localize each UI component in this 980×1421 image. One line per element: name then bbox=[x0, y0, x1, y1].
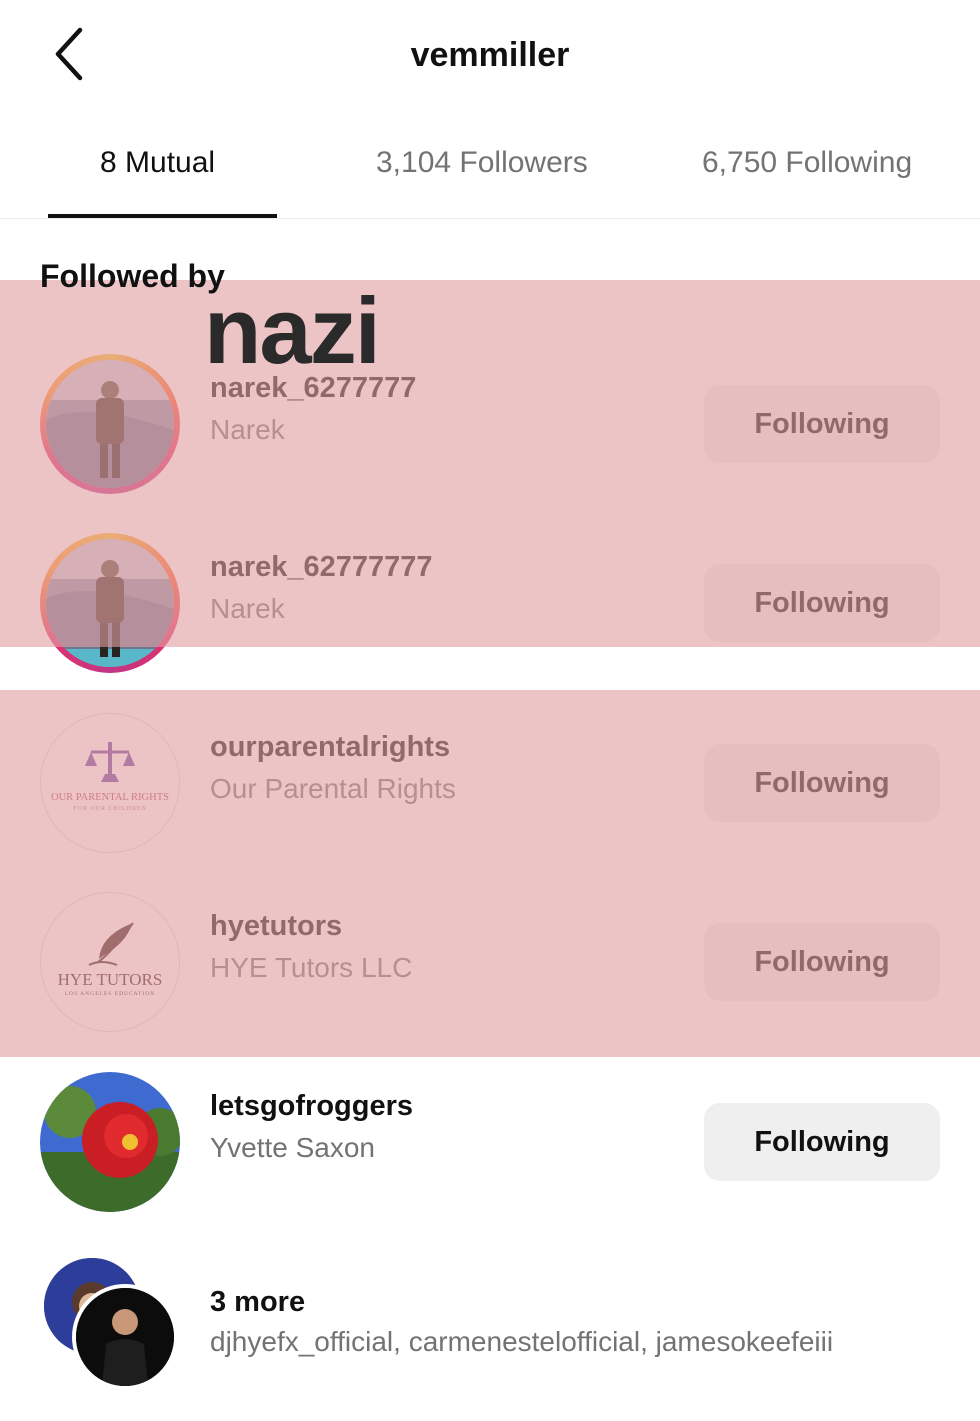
scales-logo-icon: OUR PARENTAL RIGHTS FOR OUR CHILDREN bbox=[41, 714, 179, 852]
avatar[interactable] bbox=[40, 354, 180, 494]
full-name: Narek bbox=[210, 593, 285, 624]
username[interactable]: letsgofroggers bbox=[210, 1090, 413, 1123]
avatar[interactable]: HYE TUTORS LOS ANGELES EDUCATION bbox=[40, 892, 180, 1032]
following-button[interactable]: Following bbox=[704, 1103, 940, 1181]
following-button[interactable]: Following bbox=[704, 744, 940, 822]
tab-followers[interactable]: 3,104 Followers bbox=[376, 146, 588, 180]
page-title: vemmiller bbox=[410, 36, 570, 74]
more-names: djhyefx_official, carmenestelofficial, j… bbox=[210, 1326, 834, 1357]
svg-text:LOS ANGELES EDUCATION: LOS ANGELES EDUCATION bbox=[65, 991, 155, 997]
username[interactable]: ourparentalrights bbox=[210, 731, 450, 764]
tab-bar: 8 Mutual 3,104 Followers 6,750 Following bbox=[0, 130, 980, 219]
annotation-text: nazi bbox=[204, 278, 381, 383]
svg-text:OUR PARENTAL RIGHTS: OUR PARENTAL RIGHTS bbox=[51, 792, 169, 803]
list-item[interactable]: letsgofroggers Yvette Saxon Following bbox=[0, 1062, 980, 1222]
following-button[interactable]: Following bbox=[704, 564, 940, 642]
svg-text:FOR OUR CHILDREN: FOR OUR CHILDREN bbox=[73, 806, 147, 812]
header: vemmiller bbox=[0, 0, 980, 120]
svg-text:HYE TUTORS: HYE TUTORS bbox=[58, 970, 163, 989]
following-button[interactable]: Following bbox=[704, 385, 940, 463]
list-item[interactable]: narek_6277777 Narek Following bbox=[0, 344, 980, 504]
tab-following[interactable]: 6,750 Following bbox=[702, 146, 912, 180]
person-photo-icon bbox=[76, 1288, 174, 1386]
active-tab-indicator bbox=[48, 214, 277, 218]
quill-logo-icon: HYE TUTORS LOS ANGELES EDUCATION bbox=[41, 893, 179, 1031]
full-name: HYE Tutors LLC bbox=[210, 952, 413, 983]
avatar[interactable] bbox=[40, 533, 180, 673]
more-count: 3 more bbox=[210, 1286, 306, 1318]
list-item[interactable]: narek_62777777 Narek Following bbox=[0, 523, 980, 683]
username[interactable]: hyetutors bbox=[210, 910, 342, 943]
avatar[interactable] bbox=[40, 1072, 180, 1212]
avatar bbox=[72, 1284, 178, 1390]
full-name: Narek bbox=[210, 414, 285, 445]
more-mutuals-item[interactable]: 3 more djhyefx_official, carmenesteloffi… bbox=[0, 1250, 980, 1400]
section-title: Followed by bbox=[40, 258, 225, 294]
tab-mutual[interactable]: 8 Mutual bbox=[100, 146, 215, 180]
person-photo-icon bbox=[46, 360, 174, 488]
list-item[interactable]: HYE TUTORS LOS ANGELES EDUCATION hyetuto… bbox=[0, 882, 980, 1042]
full-name: Yvette Saxon bbox=[210, 1132, 376, 1163]
rose-photo-icon bbox=[40, 1072, 180, 1212]
full-name: Our Parental Rights bbox=[210, 773, 456, 804]
following-button[interactable]: Following bbox=[704, 923, 940, 1001]
avatar[interactable]: OUR PARENTAL RIGHTS FOR OUR CHILDREN bbox=[40, 713, 180, 853]
list-item[interactable]: OUR PARENTAL RIGHTS FOR OUR CHILDREN our… bbox=[0, 703, 980, 863]
username[interactable]: narek_62777777 bbox=[210, 551, 433, 584]
person-photo-icon bbox=[46, 539, 174, 667]
